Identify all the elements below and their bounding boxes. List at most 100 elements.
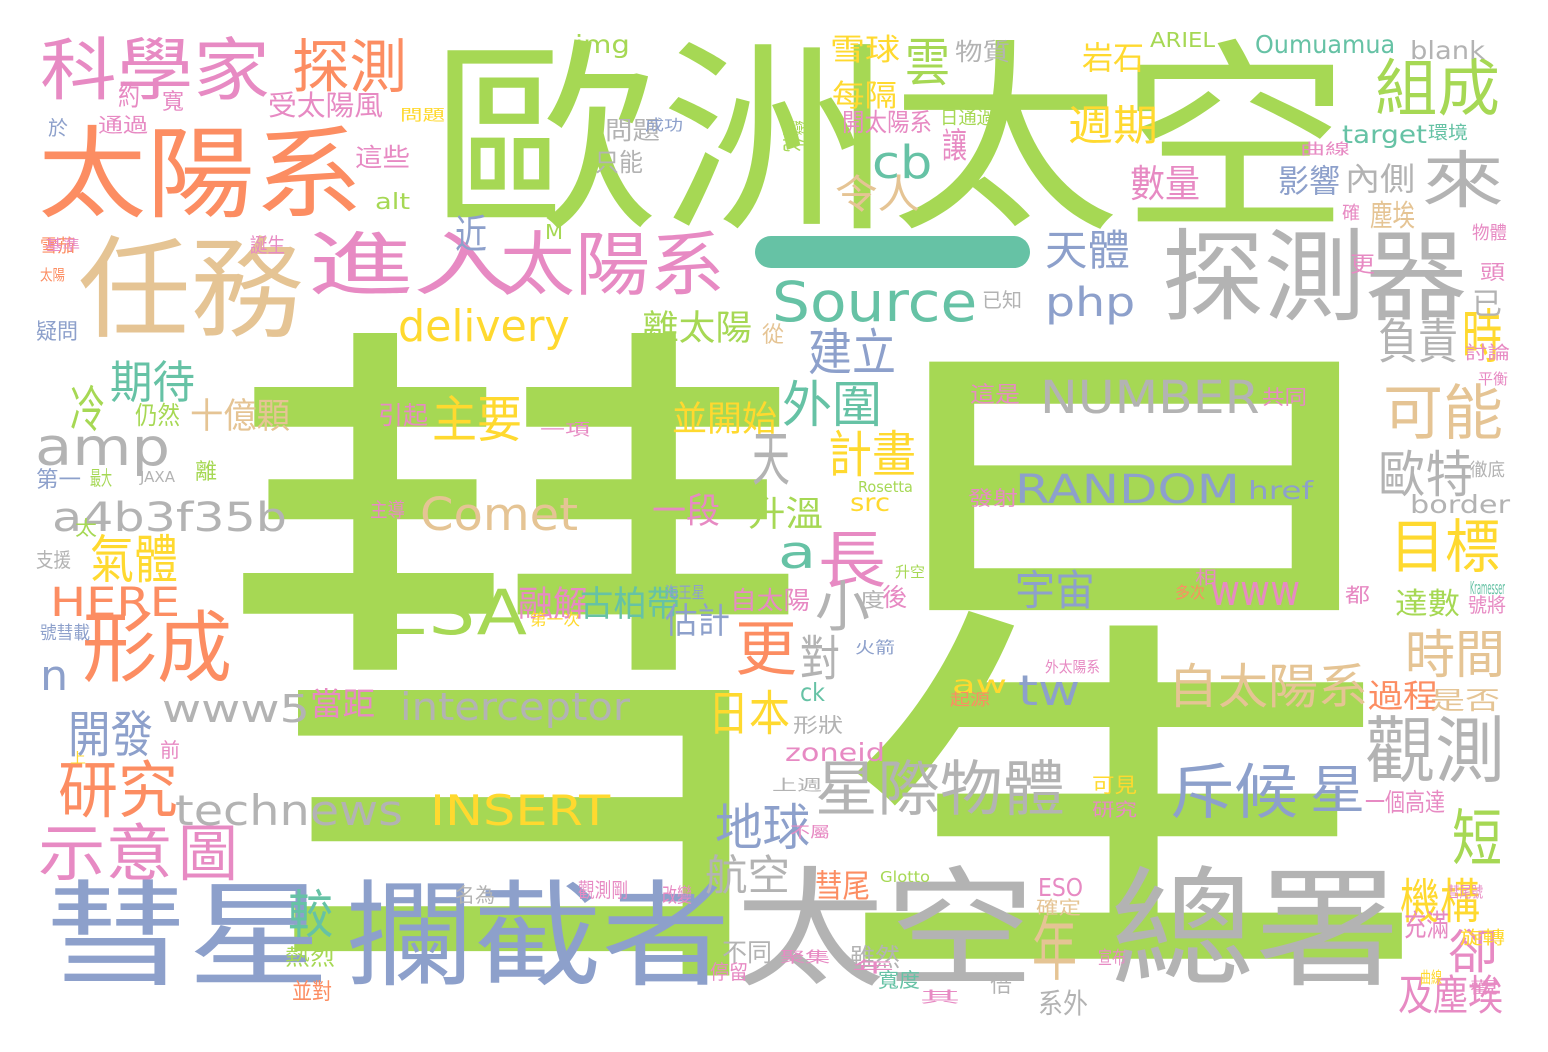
cloud-word: 海王星 xyxy=(665,583,705,602)
cloud-word: 疑問 xyxy=(36,320,79,345)
cloud-word: 基準 xyxy=(45,236,81,254)
cloud-word: NUMBER xyxy=(1040,371,1260,424)
cloud-word: target xyxy=(1342,120,1427,149)
cloud-word: 更 xyxy=(1350,253,1376,278)
cloud-word: 主要 xyxy=(432,391,522,449)
cloud-word: 可見 xyxy=(1092,773,1137,797)
cloud-word: 物質 xyxy=(955,38,1011,66)
cloud-word: n xyxy=(40,651,69,700)
cloud-word: 塵埃 xyxy=(1370,199,1415,234)
cloud-word: img xyxy=(575,30,630,59)
cloud-word: 主導 xyxy=(370,498,405,522)
cloud-word: 內側 xyxy=(1345,160,1416,198)
cloud-word: 第一次 xyxy=(530,610,581,629)
cloud-word: 形狀 xyxy=(793,713,843,737)
cloud-word: zoneid xyxy=(785,738,885,767)
cloud-word: 目標 xyxy=(1390,513,1500,581)
cloud-word: 從 xyxy=(762,323,785,348)
cloud-word: 這是 xyxy=(970,383,1021,408)
cloud-word: alt xyxy=(375,190,411,215)
cloud-word: 可能 xyxy=(1383,379,1503,449)
cloud-word: 短 xyxy=(1452,802,1502,875)
cloud-word: 建立 xyxy=(808,324,896,382)
cloud-word: 頭 xyxy=(1480,260,1505,284)
cloud-word: Rosetta xyxy=(858,478,913,496)
cloud-word: 是否 xyxy=(1430,686,1501,715)
cloud-word: 年 xyxy=(852,958,895,976)
cloud-word: Glotto xyxy=(880,868,931,886)
cloud-word: 開太陽系 xyxy=(842,108,933,137)
cloud-word: 一段 xyxy=(652,492,720,532)
cloud-word: 一個高達 xyxy=(1365,788,1446,817)
cloud-word: 對 xyxy=(800,631,840,687)
cloud-word: 航空 xyxy=(705,851,791,900)
cloud-word: 名為 xyxy=(455,883,495,907)
cloud-word: 上週 xyxy=(772,776,823,794)
cloud-word: 物體 xyxy=(1472,223,1507,244)
cloud-word: 年 xyxy=(1032,909,1078,991)
cloud-word: 探測器 xyxy=(1162,219,1468,336)
cloud-word: 雪球 xyxy=(830,33,901,68)
cloud-word: 於 xyxy=(48,116,68,140)
cloud-word: 負責 xyxy=(1378,314,1458,370)
cloud-word: 更 xyxy=(735,615,797,685)
cloud-word: interceptor xyxy=(400,685,631,729)
cloud-word: 估計 xyxy=(665,602,731,642)
cloud-word: 星際物體 xyxy=(815,755,1066,825)
cloud-word: 升溫 xyxy=(748,495,823,535)
cloud-word: 引起 xyxy=(378,401,429,430)
cloud-word: 觀測 xyxy=(1365,709,1505,793)
cloud-word: Kramesser xyxy=(1470,578,1505,599)
cloud-word: JAXA xyxy=(140,468,176,486)
cloud-word: 相 xyxy=(1195,568,1217,589)
cloud-word: ARIEL xyxy=(1150,28,1216,52)
cloud-word: 研究 xyxy=(1092,800,1137,821)
cloud-word: 只能 xyxy=(595,148,644,177)
cloud-word: 並開始 xyxy=(672,400,778,440)
cloud-word: 外圍 xyxy=(782,376,882,434)
cloud-word: 改變 xyxy=(662,883,692,907)
cloud-word: INSERT xyxy=(430,786,611,835)
cloud-word: 過程 xyxy=(1368,677,1439,715)
cloud-word: 確 xyxy=(1342,203,1360,224)
cloud-word: 這些 xyxy=(355,143,411,172)
cloud-word: tw xyxy=(1018,666,1081,715)
cloud-word: 日本 xyxy=(708,686,790,742)
cloud-word: 共同 xyxy=(1262,385,1307,409)
cloud-word: 氣體 xyxy=(90,531,178,591)
cloud-word: 離太陽 xyxy=(642,309,753,349)
cloud-word: 確定 xyxy=(1036,898,1081,919)
cloud-word: 總署 xyxy=(1110,854,1400,1006)
cloud-word: 後 xyxy=(882,583,908,612)
cloud-word: RANDOM xyxy=(1015,467,1240,513)
cloud-word: www5 xyxy=(162,687,310,731)
cloud-word: Oumuamua xyxy=(1255,30,1396,59)
cloud-word: Source xyxy=(772,270,978,334)
cloud-word: 系外 xyxy=(1038,987,1089,1020)
cloud-word: delivery xyxy=(398,301,570,352)
cloud-word: ck xyxy=(800,678,825,707)
cloud-word: 熱烈 xyxy=(285,946,336,971)
word-cloud: 彗星 歐洲太空 太陽系 任務 探測器 科學家 探測 進入 太陽系 組成來彗星 攔截者 太空 總署 Sour… xyxy=(0,0,1548,1052)
cloud-word: php xyxy=(1045,280,1136,326)
cloud-word: 聚集 xyxy=(780,948,831,966)
cloud-word: 已知 xyxy=(982,288,1022,312)
cloud-word: 第一 xyxy=(36,468,82,493)
cloud-word: 斥候 xyxy=(1170,758,1299,828)
cloud-word: 外太陽系 xyxy=(1045,658,1101,676)
cloud-word: 讓 xyxy=(942,127,968,167)
cloud-word: 發射 xyxy=(968,486,1018,510)
cloud-word: 日通過 xyxy=(940,108,996,129)
cloud-word: a xyxy=(778,526,817,579)
cloud-word: 太陽系 xyxy=(38,116,363,233)
cloud-word: 約 xyxy=(118,79,141,112)
cloud-word: 受太陽風 xyxy=(268,89,384,122)
cloud-word: 前 xyxy=(160,738,180,762)
cloud-word: M xyxy=(545,220,564,244)
cloud-word: 太陽 xyxy=(40,266,66,284)
cloud-word: 圖 xyxy=(178,817,239,890)
cloud-word: 探測 xyxy=(292,33,407,101)
cloud-word: 火箭 xyxy=(855,638,896,657)
cloud-word: border xyxy=(1410,490,1511,519)
cloud-word: 離 xyxy=(195,460,218,485)
